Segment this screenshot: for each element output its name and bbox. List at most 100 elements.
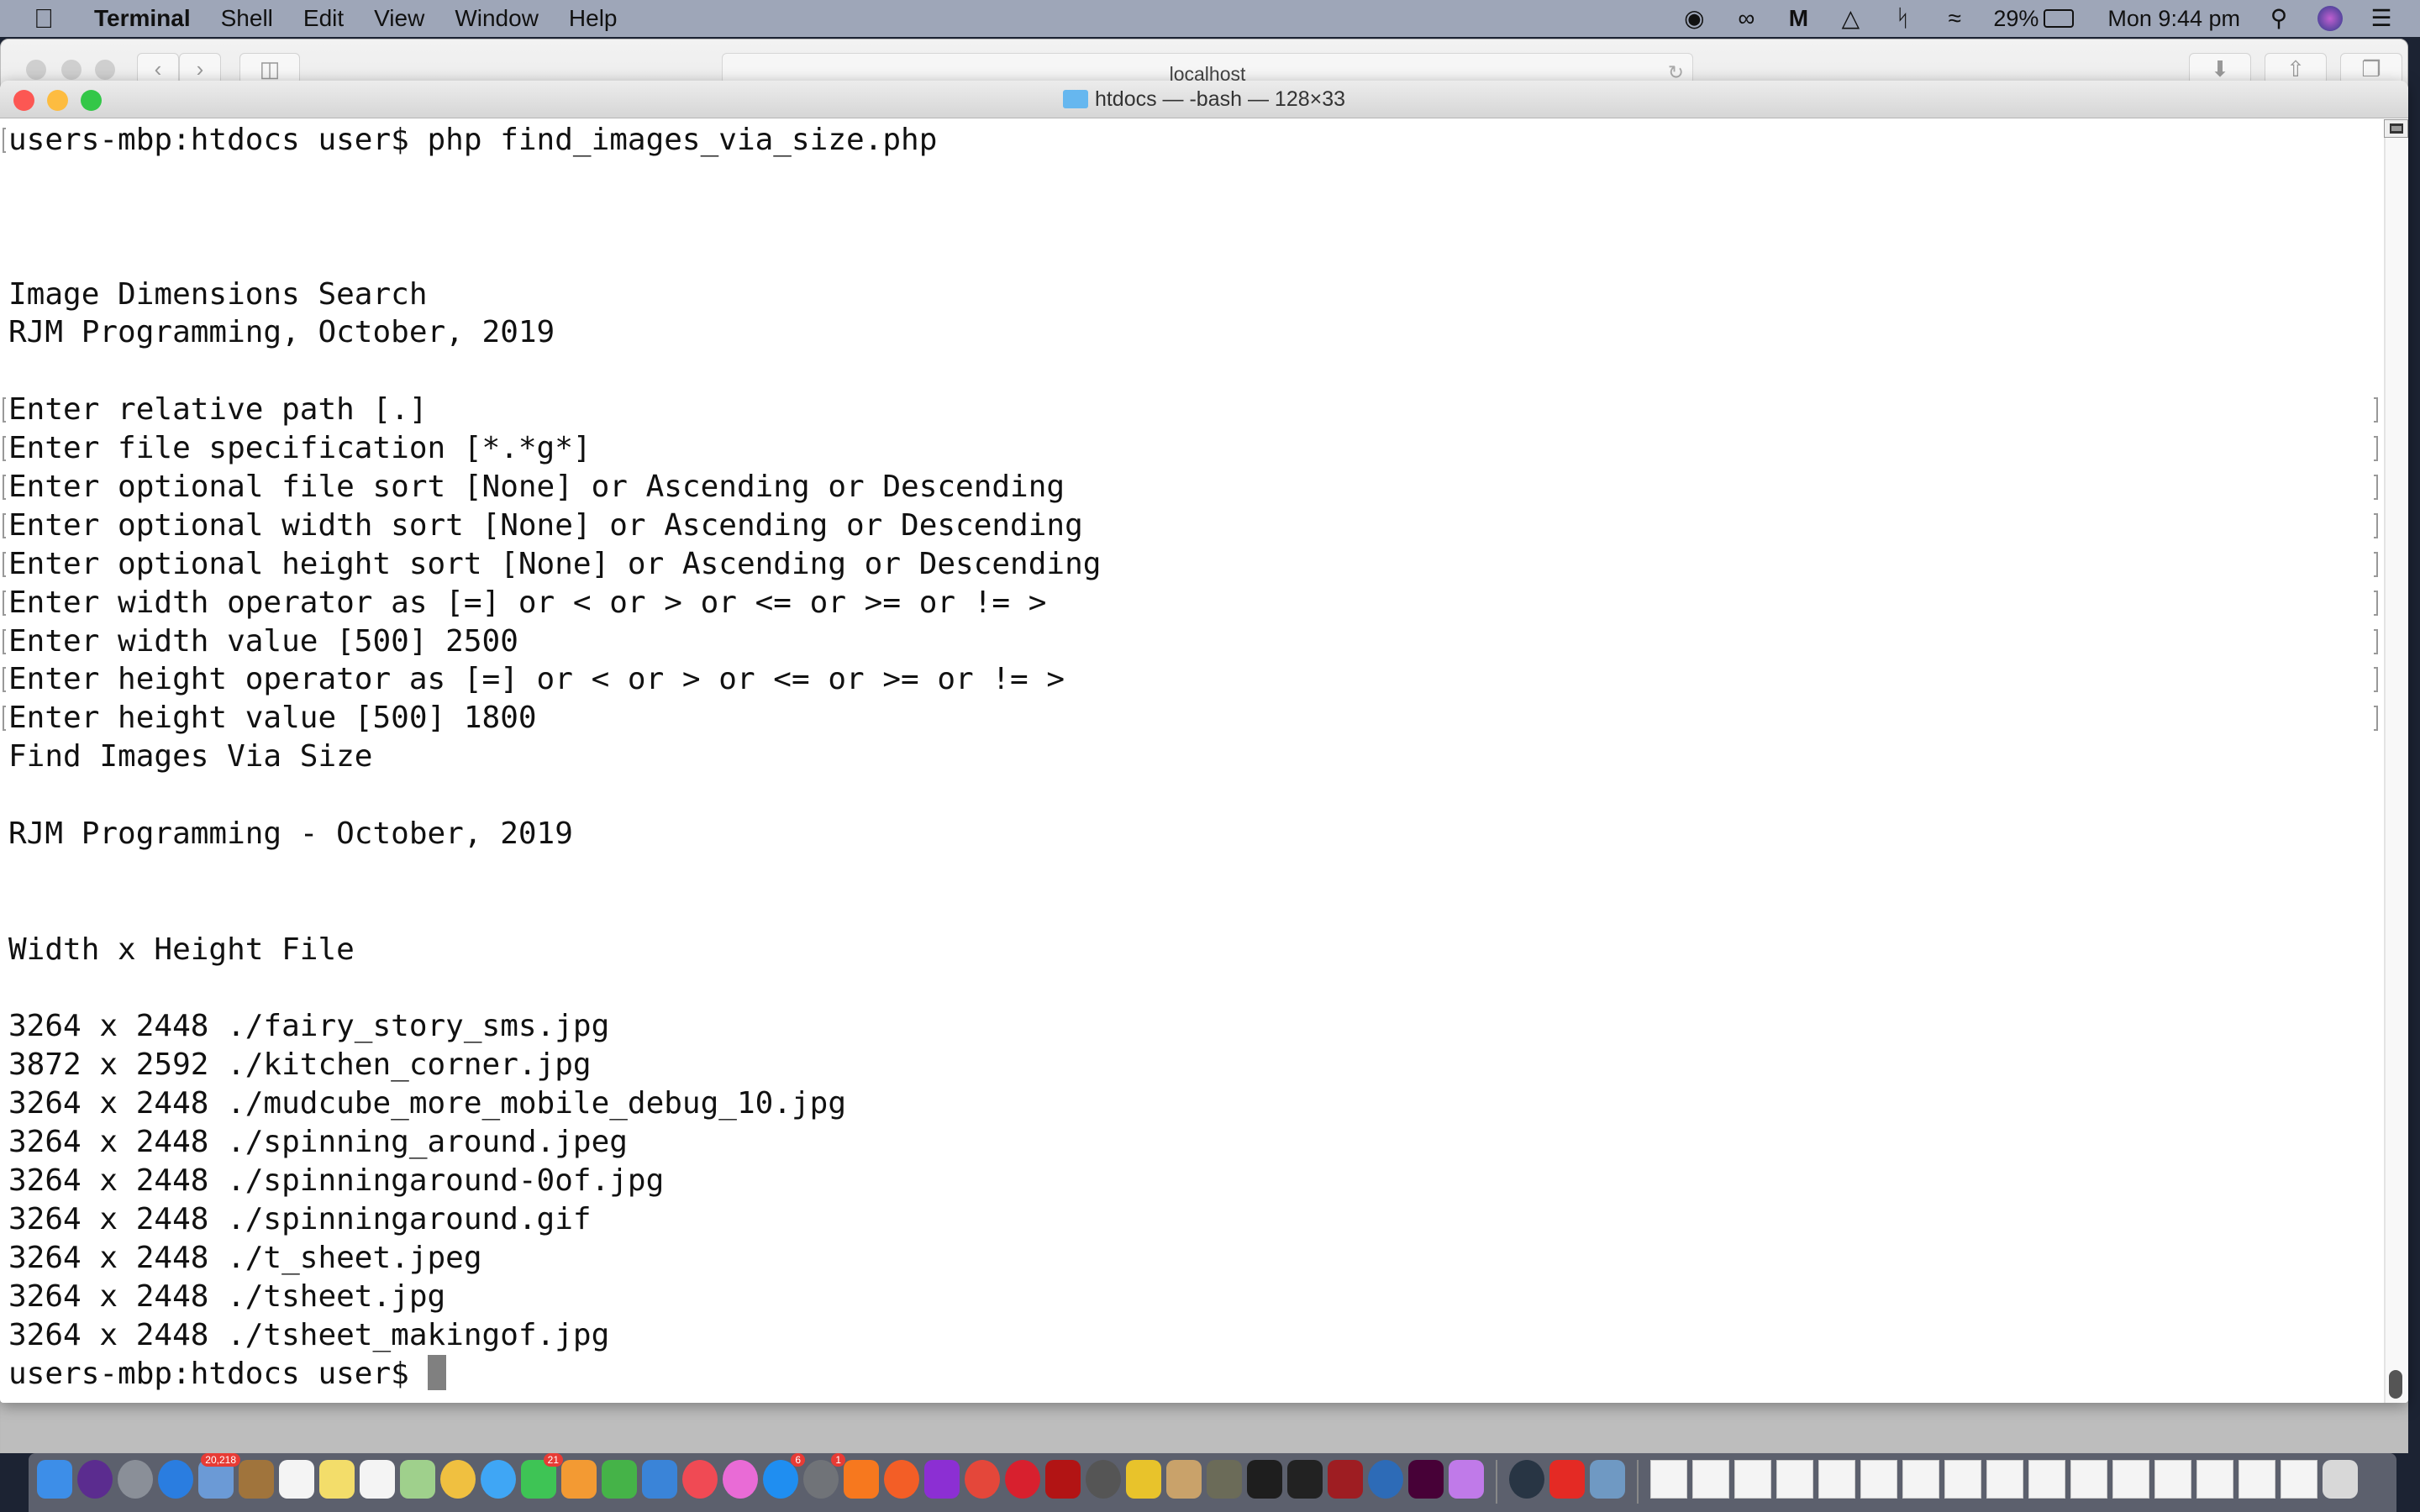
- photos-icon[interactable]: [440, 1460, 476, 1499]
- menu-edit[interactable]: Edit: [303, 5, 344, 32]
- mark-bracket: [2374, 397, 2378, 423]
- terminal-line: Enter height value [500] 1800: [3, 699, 2383, 738]
- malwarebytes-icon[interactable]: M: [1785, 6, 1812, 31]
- split-pane-button[interactable]: [2384, 119, 2408, 138]
- line-text: users-mbp:htdocs user$: [8, 1356, 428, 1391]
- battery-percent[interactable]: 29%: [1993, 6, 2039, 32]
- minimized-window-thumbnail[interactable]: [1818, 1460, 1855, 1499]
- siri-icon[interactable]: [2317, 6, 2343, 31]
- battery-icon[interactable]: [2044, 9, 2075, 28]
- menu-window[interactable]: Window: [455, 5, 539, 32]
- terminal-output[interactable]: users-mbp:htdocs user$ php find_images_v…: [3, 121, 2383, 1393]
- creative-cloud-icon[interactable]: ∞: [1733, 6, 1760, 31]
- adobe-xd-icon[interactable]: [1408, 1460, 1444, 1499]
- terminal-line: Enter optional file sort [None] or Ascen…: [3, 468, 2383, 507]
- firefox-icon[interactable]: [884, 1460, 919, 1499]
- minimized-window-thumbnail[interactable]: [1734, 1460, 1771, 1499]
- minimized-window-thumbnail[interactable]: [2154, 1460, 2191, 1499]
- cyberduck-icon[interactable]: [1126, 1460, 1161, 1499]
- safari-zoom-button[interactable]: [95, 60, 115, 80]
- line-text: 3872 x 2592 ./kitchen_corner.jpg: [8, 1047, 592, 1083]
- keynote-icon[interactable]: [642, 1460, 677, 1499]
- mail-icon[interactable]: 20,218: [198, 1453, 240, 1499]
- minimized-window-thumbnail[interactable]: [1776, 1460, 1813, 1499]
- preview-icon[interactable]: [1590, 1460, 1625, 1499]
- filezilla-icon[interactable]: [1045, 1460, 1081, 1499]
- bluetooth-icon[interactable]: ᛋ: [1889, 6, 1916, 31]
- terminal-line: RJM Programming - October, 2019: [8, 815, 2383, 853]
- reminders-icon[interactable]: [360, 1460, 395, 1499]
- terminal-icon[interactable]: [1247, 1460, 1282, 1499]
- scrollbar-thumb[interactable]: [2389, 1370, 2402, 1399]
- inkscape-icon[interactable]: [1287, 1460, 1323, 1499]
- r-icon[interactable]: [1368, 1460, 1403, 1499]
- minimized-window-thumbnail[interactable]: [2196, 1460, 2233, 1499]
- phpstorm-icon[interactable]: [924, 1460, 960, 1499]
- minimized-window-thumbnail[interactable]: [2238, 1460, 2275, 1499]
- avast-icon[interactable]: ◉: [1681, 6, 1707, 31]
- close-button[interactable]: [13, 90, 34, 111]
- minimized-window-thumbnail[interactable]: [2112, 1460, 2149, 1499]
- minimized-window-thumbnail[interactable]: [1944, 1460, 1981, 1499]
- menu-app-name[interactable]: Terminal: [94, 5, 191, 32]
- terminal-title-bar[interactable]: htdocs — -bash — 128×33: [0, 81, 2408, 118]
- chrome-icon[interactable]: [965, 1460, 1000, 1499]
- minimized-window-thumbnail[interactable]: [2028, 1460, 2065, 1499]
- gimp-icon[interactable]: [1207, 1460, 1242, 1499]
- quicktime-icon[interactable]: [1509, 1460, 1544, 1499]
- news-icon[interactable]: [682, 1460, 718, 1499]
- menu-help[interactable]: Help: [569, 5, 618, 32]
- minimized-window-thumbnail[interactable]: [1986, 1460, 2023, 1499]
- menu-shell[interactable]: Shell: [221, 5, 273, 32]
- window-title: htdocs — -bash — 128×33: [1094, 87, 1346, 111]
- trash-icon[interactable]: [2323, 1460, 2358, 1499]
- creative-cloud-icon[interactable]: [1549, 1460, 1585, 1499]
- minimize-button[interactable]: [47, 90, 68, 111]
- system-preferences-icon[interactable]: 1: [803, 1453, 845, 1499]
- badge: 21: [543, 1453, 563, 1467]
- photo-booth-icon[interactable]: [1328, 1460, 1363, 1499]
- wifi-icon[interactable]: ≈: [1941, 6, 1968, 31]
- notes-icon[interactable]: [319, 1460, 355, 1499]
- avast-icon[interactable]: [844, 1460, 879, 1499]
- sketch-like-icon[interactable]: [1449, 1460, 1484, 1499]
- spotlight-search-icon[interactable]: ⚲: [2265, 6, 2292, 31]
- scrollbar[interactable]: [2384, 119, 2408, 1403]
- minimized-window-thumbnail[interactable]: [2281, 1460, 2317, 1499]
- apple-menu-icon[interactable]: : [34, 3, 54, 34]
- line-text: RJM Programming, October, 2019: [8, 315, 555, 350]
- messages-icon[interactable]: [481, 1460, 516, 1499]
- zoom-button[interactable]: [81, 90, 102, 111]
- minimized-window-thumbnail[interactable]: [2070, 1460, 2107, 1499]
- itunes-icon[interactable]: [723, 1460, 758, 1499]
- minimized-window-thumbnail[interactable]: [1692, 1460, 1729, 1499]
- airplay-icon[interactable]: △: [1837, 6, 1864, 31]
- line-text: Enter height value [500] 1800: [8, 701, 537, 736]
- minimized-window-thumbnail[interactable]: [1902, 1460, 1939, 1499]
- menu-view[interactable]: View: [374, 5, 424, 32]
- terminal-line: Enter width operator as [=] or < or > or…: [3, 584, 2383, 622]
- minimized-window-thumbnail[interactable]: [1860, 1460, 1897, 1499]
- safari-icon[interactable]: [158, 1460, 193, 1499]
- calendar-icon[interactable]: [279, 1460, 314, 1499]
- safari-minimize-button[interactable]: [61, 60, 82, 80]
- script-editor-icon[interactable]: [1166, 1460, 1202, 1499]
- pages-icon[interactable]: [561, 1460, 597, 1499]
- siri-icon[interactable]: [77, 1460, 113, 1499]
- clock[interactable]: Mon 9:44 pm: [2107, 6, 2240, 32]
- facetime-icon[interactable]: 21: [521, 1453, 563, 1499]
- contacts-icon[interactable]: [239, 1460, 274, 1499]
- minimized-window-thumbnail[interactable]: [1650, 1460, 1687, 1499]
- terminal-line: Enter width value [500] 2500: [3, 622, 2383, 661]
- launchpad-icon[interactable]: [118, 1460, 153, 1499]
- sequel-pro-icon[interactable]: [1086, 1460, 1121, 1499]
- safari-close-button[interactable]: [26, 60, 46, 80]
- line-text: 3264 x 2448 ./tsheet_makingof.jpg: [8, 1317, 610, 1352]
- notification-center-icon[interactable]: ☰: [2368, 6, 2395, 31]
- opera-icon[interactable]: [1005, 1460, 1040, 1499]
- app-store-icon[interactable]: 6: [763, 1453, 805, 1499]
- maps-icon[interactable]: [400, 1460, 435, 1499]
- finder-icon[interactable]: [37, 1460, 72, 1499]
- numbers-icon[interactable]: [602, 1460, 637, 1499]
